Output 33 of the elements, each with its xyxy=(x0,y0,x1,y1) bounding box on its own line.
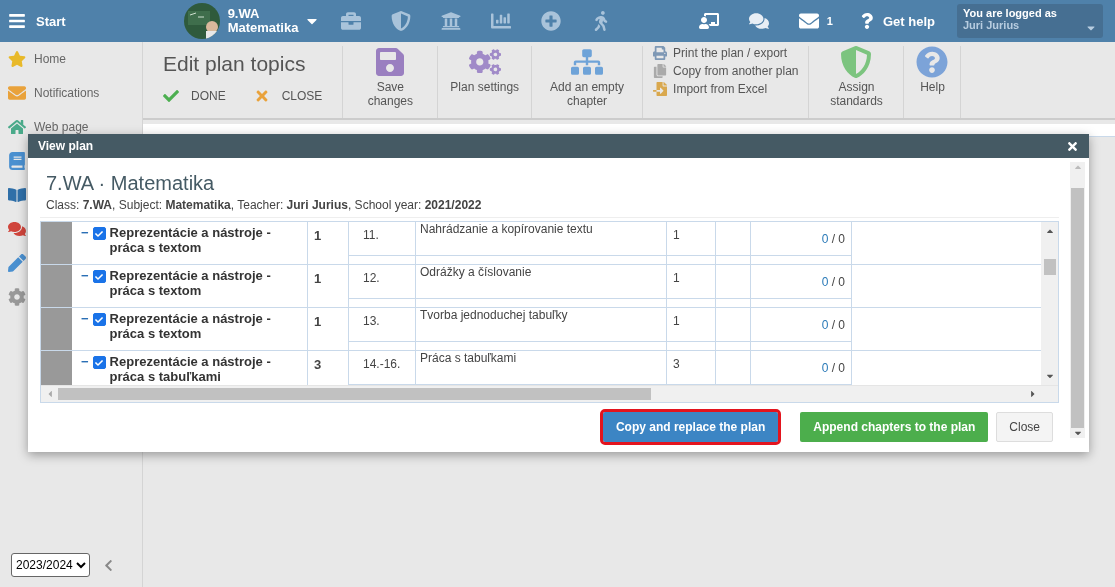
progress-total: / 0 xyxy=(830,317,845,332)
progress-total: / 0 xyxy=(830,274,845,289)
chapter-name: Reprezentácie a nástroje - práca s textom xyxy=(109,311,272,341)
table-cell: Nahrádzanie a kopírovanie textu xyxy=(420,222,593,236)
table-cell: 12. xyxy=(363,271,380,285)
page-title: Edit plan topics xyxy=(163,52,307,76)
table-cell: 3 xyxy=(314,357,322,372)
table-cell: 1 xyxy=(314,228,322,243)
table-cell: 1 xyxy=(314,271,322,286)
chapter-name: Reprezentácie a nástroje - práca s tabuľkami xyxy=(109,354,272,384)
chapter-name: Reprezentácie a nástroje - práca s textom xyxy=(109,225,272,255)
plan-details: Class: 7.WA, Subject: Matematika, Teacher: Juri Jurius, School year: 2021/2022 xyxy=(45,198,483,212)
table-cell: 11. xyxy=(363,228,379,242)
progress-total: / 0 xyxy=(830,360,845,375)
mail-count: 1 xyxy=(826,15,833,27)
plan-heading: 7.WA · Matematika xyxy=(45,172,216,195)
table-cell: 14.-16. xyxy=(363,357,401,371)
progress-done: 0 xyxy=(821,317,829,332)
table-cell: 1 xyxy=(673,314,680,328)
table-cell: Práca s tabuľkami xyxy=(420,351,517,365)
progress-done: 0 xyxy=(821,231,829,246)
table-cell: Odrážky a číslovanie xyxy=(420,265,532,279)
progress-done: 0 xyxy=(821,360,829,375)
progress-done: 0 xyxy=(821,274,829,289)
table-cell: 3 xyxy=(673,357,680,371)
table-cell: Tvorba jednoduchej tabuľky xyxy=(420,308,568,322)
dialog-title: View plan xyxy=(38,139,94,153)
table-cell: 1 xyxy=(673,228,680,242)
table-cell: 1 xyxy=(673,271,680,285)
chapter-name: Reprezentácie a nástroje - práca s textom xyxy=(109,268,272,298)
table-cell: 1 xyxy=(314,314,322,329)
table-cell: 13. xyxy=(363,314,380,328)
progress-total: / 0 xyxy=(830,231,845,246)
